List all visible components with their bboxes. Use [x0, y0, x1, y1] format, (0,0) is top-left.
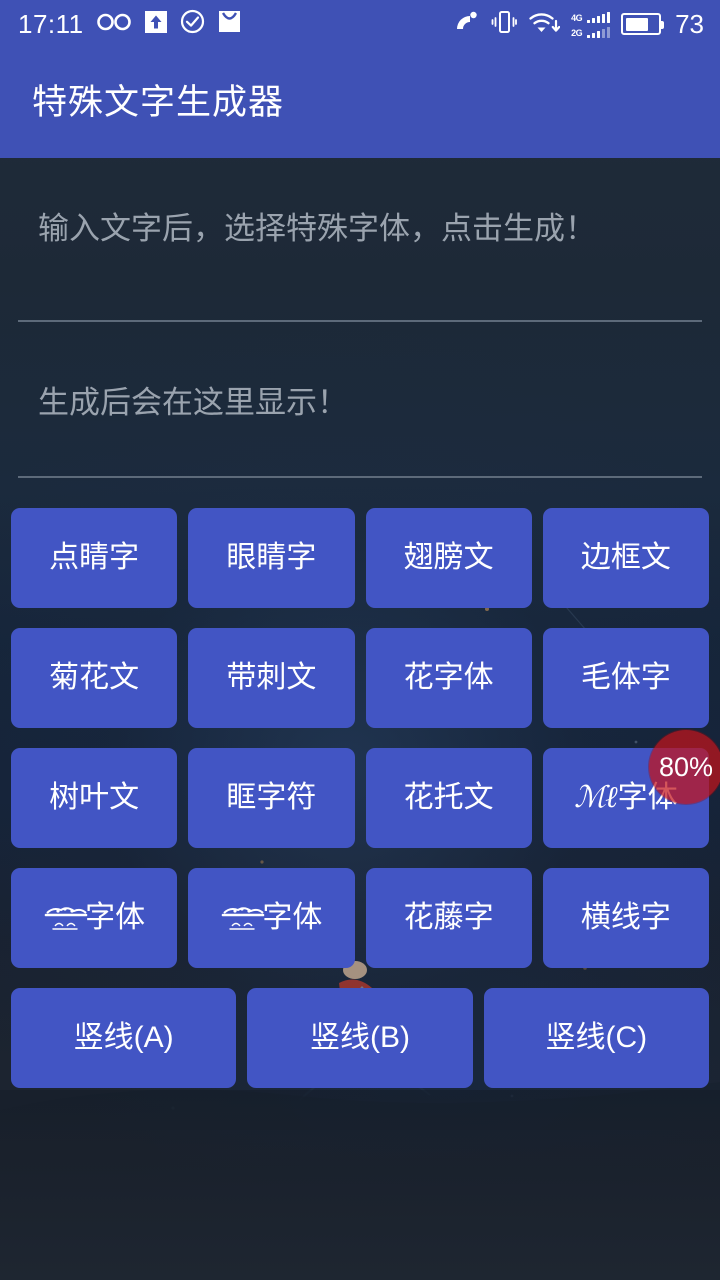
font-button-label: 字体 [220, 899, 322, 937]
font-grid-row: 竖线(A) 竖线(B) 竖线(C) [11, 988, 709, 1088]
status-bar: 17:11 4G 2G 73 [0, 0, 720, 48]
font-grid-row: 点睛字 眼睛字 翅膀文 边框文 [11, 508, 709, 608]
font-button-script-ziti[interactable]: ℳℓ 字体 80% [542, 730, 720, 848]
font-style-grid: 点睛字 眼睛字 翅膀文 边框文 菊花文 带刺文 花字体 毛体字 树叶文 眶字符 … [0, 508, 720, 1088]
input-field[interactable]: 输入文字后，选择特殊字体，点击生成！ [0, 206, 720, 322]
font-button-label: 眶字符 [226, 781, 317, 814]
font-button-label: 边框文 [580, 541, 671, 574]
font-button-label-text: 字体 [85, 901, 146, 934]
font-button-label: 眼睛字 [226, 541, 317, 574]
font-button-huatengzi[interactable]: 花藤字 [365, 868, 532, 968]
signal-row-4g: 4G [571, 11, 611, 23]
status-clock: 17:11 [18, 9, 84, 39]
page-title: 特殊文字生成器 [32, 82, 285, 122]
font-button-label: 花托文 [403, 781, 494, 814]
mail-icon [217, 9, 242, 39]
font-button-juhuawen[interactable]: 菊花文 [11, 628, 178, 728]
font-grid-row: 树叶文 眶字符 花托文 ℳℓ 字体 80% [11, 730, 720, 848]
font-button-shuxian-a[interactable]: 竖线(A) [11, 988, 237, 1088]
font-button-label: 带刺文 [226, 661, 317, 694]
arabic-ornament-icon [43, 899, 89, 937]
font-button-label: 字体 [43, 899, 145, 937]
font-button-yanjingzi[interactable]: 眼睛字 [188, 508, 355, 608]
font-button-label: 竖线(B) [309, 1021, 410, 1054]
status-bar-right: 4G 2G 73 [454, 9, 704, 40]
font-button-biankuangwen[interactable]: 边框文 [542, 508, 709, 608]
wallpaper-bottom-shade [0, 1090, 720, 1280]
wifi-download-icon [528, 9, 561, 40]
signal-2g-label: 2G [571, 27, 583, 38]
font-button-label: 竖线(A) [73, 1021, 174, 1054]
battery-icon [621, 13, 665, 35]
font-button-maotizi[interactable]: 毛体字 [542, 628, 709, 728]
signal-4g-label: 4G [571, 12, 583, 23]
status-bar-left: 17:11 [18, 9, 242, 39]
font-button-daiciwen[interactable]: 带刺文 [188, 628, 355, 728]
app-bar: 特殊文字生成器 [0, 48, 720, 158]
status-badge-discount: 80% [649, 730, 720, 804]
arabic-ornament-icon [220, 899, 266, 937]
vibrate-icon [491, 9, 517, 40]
check-circle-icon [180, 9, 205, 39]
battery-percent-label: 73 [675, 9, 704, 39]
font-button-chibangwen[interactable]: 翅膀文 [365, 508, 532, 608]
font-button-label: 竖线(C) [545, 1021, 648, 1054]
signal-bars-icon: 4G 2G [571, 11, 611, 38]
font-button-hengxianzi[interactable]: 横线字 [542, 868, 709, 968]
infinity-icon [96, 11, 132, 38]
font-button-huaziti[interactable]: 花字体 [365, 628, 532, 728]
font-button-huatuowen[interactable]: 花托文 [365, 748, 532, 848]
font-button-shuxian-c[interactable]: 竖线(C) [483, 988, 709, 1088]
output-field[interactable]: 生成后会在这里显示！ [0, 380, 720, 478]
app-screen: 17:11 4G 2G 73 特殊文字生成器 输入文字后，选择特殊字体，点击生成… [0, 0, 720, 1280]
font-button-label: 横线字 [580, 901, 671, 934]
font-button-arabic-ziti-a[interactable]: 字体 [11, 868, 178, 968]
font-button-label: 菊花文 [49, 661, 140, 694]
font-button-label-text: 字体 [262, 901, 323, 934]
font-button-shuyewen[interactable]: 树叶文 [11, 748, 178, 848]
input-underline [18, 320, 702, 322]
font-grid-row: 字体 字体 花藤字 横线字 [11, 868, 709, 968]
font-button-label: 花藤字 [403, 901, 494, 934]
signal-row-2g: 2G [571, 26, 611, 38]
font-button-dianjingzi[interactable]: 点睛字 [11, 508, 178, 608]
font-button-label: 点睛字 [49, 541, 140, 574]
script-prefix-glyph: ℳℓ [574, 780, 618, 815]
satellite-icon [454, 9, 480, 40]
main-content: 输入文字后，选择特殊字体，点击生成！ 生成后会在这里显示！ 点睛字 眼睛字 翅膀… [0, 158, 720, 1088]
upload-icon [144, 10, 168, 39]
output-underline [18, 476, 702, 478]
font-button-label: 花字体 [403, 661, 494, 694]
font-button-label: 树叶文 [49, 781, 140, 814]
font-button-label: 翅膀文 [403, 541, 494, 574]
font-button-arabic-ziti-b[interactable]: 字体 [188, 868, 355, 968]
font-button-kuangzifu[interactable]: 眶字符 [188, 748, 355, 848]
output-placeholder[interactable]: 生成后会在这里显示！ [18, 380, 702, 426]
font-button-shuxian-b[interactable]: 竖线(B) [247, 988, 473, 1088]
font-grid-row: 菊花文 带刺文 花字体 毛体字 [11, 628, 709, 728]
font-button-label: 毛体字 [580, 661, 671, 694]
input-placeholder[interactable]: 输入文字后，选择特殊字体，点击生成！ [18, 206, 702, 298]
